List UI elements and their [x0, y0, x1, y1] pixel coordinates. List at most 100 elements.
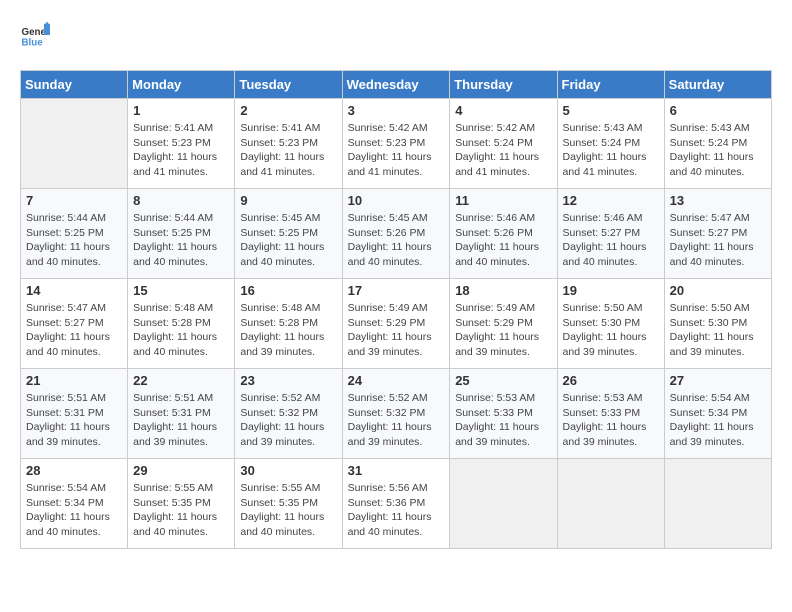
- calendar-cell: 14 Sunrise: 5:47 AM Sunset: 5:27 PM Dayli…: [21, 279, 128, 369]
- calendar-cell: 11 Sunrise: 5:46 AM Sunset: 5:26 PM Dayli…: [450, 189, 557, 279]
- calendar-week-2: 7 Sunrise: 5:44 AM Sunset: 5:25 PM Daylig…: [21, 189, 772, 279]
- day-info: Sunrise: 5:54 AM Sunset: 5:34 PM Dayligh…: [670, 391, 766, 450]
- day-info: Sunrise: 5:44 AM Sunset: 5:25 PM Dayligh…: [133, 211, 229, 270]
- day-info: Sunrise: 5:54 AM Sunset: 5:34 PM Dayligh…: [26, 481, 122, 540]
- calendar-cell: 8 Sunrise: 5:44 AM Sunset: 5:25 PM Daylig…: [128, 189, 235, 279]
- day-number: 15: [133, 283, 229, 298]
- calendar-cell: 10Sunrise: 5:45 AM Sunset: 5:26 PM Dayli…: [342, 189, 450, 279]
- day-info: Sunrise: 5:55 AM Sunset: 5:35 PM Dayligh…: [240, 481, 336, 540]
- page-header: General Blue: [20, 20, 772, 60]
- weekday-header-tuesday: Tuesday: [235, 71, 342, 99]
- calendar-cell: 25Sunrise: 5:53 AM Sunset: 5:33 PM Dayli…: [450, 369, 557, 459]
- calendar-week-1: 1 Sunrise: 5:41 AM Sunset: 5:23 PM Daylig…: [21, 99, 772, 189]
- day-number: 22: [133, 373, 229, 388]
- calendar-cell: 16 Sunrise: 5:48 AM Sunset: 5:28 PM Dayli…: [235, 279, 342, 369]
- calendar-week-4: 21 Sunrise: 5:51 AM Sunset: 5:31 PM Dayli…: [21, 369, 772, 459]
- day-info: Sunrise: 5:46 AM Sunset: 5:26 PM Dayligh…: [455, 211, 551, 270]
- day-number: 17: [348, 283, 445, 298]
- day-number: 16: [240, 283, 336, 298]
- calendar-cell: [664, 459, 771, 549]
- weekday-header-wednesday: Wednesday: [342, 71, 450, 99]
- day-info: Sunrise: 5:48 AM Sunset: 5:28 PM Dayligh…: [133, 301, 229, 360]
- day-number: 19: [563, 283, 659, 298]
- day-info: Sunrise: 5:41 AM Sunset: 5:23 PM Dayligh…: [240, 121, 336, 180]
- day-number: 10: [348, 193, 445, 208]
- day-number: 18: [455, 283, 551, 298]
- day-info: Sunrise: 5:44 AM Sunset: 5:25 PM Dayligh…: [26, 211, 122, 270]
- calendar-cell: 29Sunrise: 5:55 AM Sunset: 5:35 PM Dayli…: [128, 459, 235, 549]
- day-info: Sunrise: 5:41 AM Sunset: 5:23 PM Dayligh…: [133, 121, 229, 180]
- day-info: Sunrise: 5:51 AM Sunset: 5:31 PM Dayligh…: [26, 391, 122, 450]
- calendar-cell: 22 Sunrise: 5:51 AM Sunset: 5:31 PM Dayli…: [128, 369, 235, 459]
- day-info: Sunrise: 5:52 AM Sunset: 5:32 PM Dayligh…: [348, 391, 445, 450]
- calendar-cell: [450, 459, 557, 549]
- calendar-cell: 9 Sunrise: 5:45 AM Sunset: 5:25 PM Daylig…: [235, 189, 342, 279]
- svg-text:Blue: Blue: [22, 38, 44, 49]
- calendar-cell: 26 Sunrise: 5:53 AM Sunset: 5:33 PM Dayli…: [557, 369, 664, 459]
- calendar-cell: 13 Sunrise: 5:47 AM Sunset: 5:27 PM Dayli…: [664, 189, 771, 279]
- day-number: 3: [348, 103, 445, 118]
- calendar-week-3: 14 Sunrise: 5:47 AM Sunset: 5:27 PM Dayli…: [21, 279, 772, 369]
- day-info: Sunrise: 5:47 AM Sunset: 5:27 PM Dayligh…: [670, 211, 766, 270]
- day-number: 13: [670, 193, 766, 208]
- weekday-header-sunday: Sunday: [21, 71, 128, 99]
- calendar-cell: 5 Sunrise: 5:43 AM Sunset: 5:24 PM Daylig…: [557, 99, 664, 189]
- weekday-header-friday: Friday: [557, 71, 664, 99]
- logo: General Blue: [20, 20, 54, 50]
- calendar-cell: 15 Sunrise: 5:48 AM Sunset: 5:28 PM Dayli…: [128, 279, 235, 369]
- day-number: 7: [26, 193, 122, 208]
- day-number: 4: [455, 103, 551, 118]
- day-number: 31: [348, 463, 445, 478]
- day-number: 14: [26, 283, 122, 298]
- day-number: 24: [348, 373, 445, 388]
- calendar-cell: 18 Sunrise: 5:49 AM Sunset: 5:29 PM Dayli…: [450, 279, 557, 369]
- weekday-header: SundayMondayTuesdayWednesdayThursdayFrid…: [21, 71, 772, 99]
- day-number: 5: [563, 103, 659, 118]
- calendar-body: 1 Sunrise: 5:41 AM Sunset: 5:23 PM Daylig…: [21, 99, 772, 549]
- day-info: Sunrise: 5:43 AM Sunset: 5:24 PM Dayligh…: [563, 121, 659, 180]
- day-info: Sunrise: 5:46 AM Sunset: 5:27 PM Dayligh…: [563, 211, 659, 270]
- calendar-cell: [21, 99, 128, 189]
- day-number: 23: [240, 373, 336, 388]
- day-info: Sunrise: 5:51 AM Sunset: 5:31 PM Dayligh…: [133, 391, 229, 450]
- day-info: Sunrise: 5:56 AM Sunset: 5:36 PM Dayligh…: [348, 481, 445, 540]
- day-info: Sunrise: 5:45 AM Sunset: 5:25 PM Dayligh…: [240, 211, 336, 270]
- day-number: 12: [563, 193, 659, 208]
- calendar-cell: 17 Sunrise: 5:49 AM Sunset: 5:29 PM Dayli…: [342, 279, 450, 369]
- weekday-header-thursday: Thursday: [450, 71, 557, 99]
- day-number: 6: [670, 103, 766, 118]
- calendar-week-5: 28 Sunrise: 5:54 AM Sunset: 5:34 PM Dayli…: [21, 459, 772, 549]
- calendar-cell: 20Sunrise: 5:50 AM Sunset: 5:30 PM Dayli…: [664, 279, 771, 369]
- day-number: 1: [133, 103, 229, 118]
- calendar-cell: 21 Sunrise: 5:51 AM Sunset: 5:31 PM Dayli…: [21, 369, 128, 459]
- calendar-cell: 27 Sunrise: 5:54 AM Sunset: 5:34 PM Dayli…: [664, 369, 771, 459]
- day-number: 11: [455, 193, 551, 208]
- day-info: Sunrise: 5:48 AM Sunset: 5:28 PM Dayligh…: [240, 301, 336, 360]
- day-number: 20: [670, 283, 766, 298]
- calendar-cell: 19Sunrise: 5:50 AM Sunset: 5:30 PM Dayli…: [557, 279, 664, 369]
- day-info: Sunrise: 5:53 AM Sunset: 5:33 PM Dayligh…: [563, 391, 659, 450]
- weekday-header-saturday: Saturday: [664, 71, 771, 99]
- day-info: Sunrise: 5:47 AM Sunset: 5:27 PM Dayligh…: [26, 301, 122, 360]
- day-number: 27: [670, 373, 766, 388]
- calendar-cell: 6 Sunrise: 5:43 AM Sunset: 5:24 PM Daylig…: [664, 99, 771, 189]
- calendar-cell: 4Sunrise: 5:42 AM Sunset: 5:24 PM Daylig…: [450, 99, 557, 189]
- day-info: Sunrise: 5:49 AM Sunset: 5:29 PM Dayligh…: [348, 301, 445, 360]
- calendar-cell: [557, 459, 664, 549]
- day-number: 30: [240, 463, 336, 478]
- day-number: 29: [133, 463, 229, 478]
- day-number: 26: [563, 373, 659, 388]
- day-number: 8: [133, 193, 229, 208]
- calendar-cell: 31 Sunrise: 5:56 AM Sunset: 5:36 PM Dayli…: [342, 459, 450, 549]
- day-number: 21: [26, 373, 122, 388]
- day-info: Sunrise: 5:43 AM Sunset: 5:24 PM Dayligh…: [670, 121, 766, 180]
- day-number: 28: [26, 463, 122, 478]
- day-info: Sunrise: 5:52 AM Sunset: 5:32 PM Dayligh…: [240, 391, 336, 450]
- calendar-cell: 7 Sunrise: 5:44 AM Sunset: 5:25 PM Daylig…: [21, 189, 128, 279]
- calendar-table: SundayMondayTuesdayWednesdayThursdayFrid…: [20, 70, 772, 549]
- day-number: 9: [240, 193, 336, 208]
- day-info: Sunrise: 5:49 AM Sunset: 5:29 PM Dayligh…: [455, 301, 551, 360]
- calendar-cell: 24 Sunrise: 5:52 AM Sunset: 5:32 PM Dayli…: [342, 369, 450, 459]
- day-info: Sunrise: 5:42 AM Sunset: 5:23 PM Dayligh…: [348, 121, 445, 180]
- weekday-header-monday: Monday: [128, 71, 235, 99]
